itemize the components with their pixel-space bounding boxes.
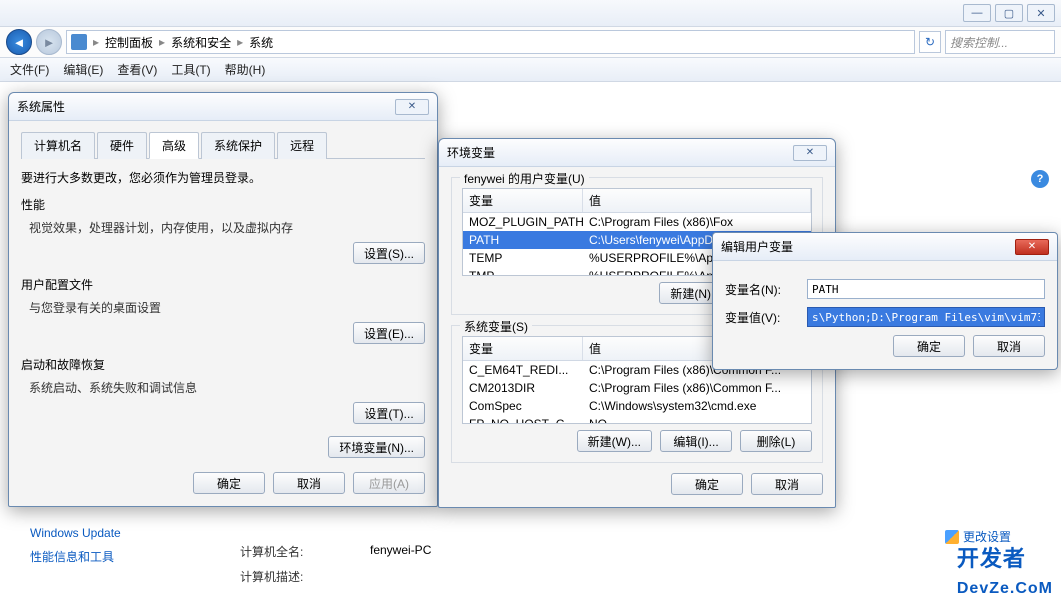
window-titlebar: — ▢ ✕ [0, 0, 1061, 26]
edit-sys-var-button[interactable]: 编辑(I)... [660, 430, 732, 452]
ok-button[interactable]: 确定 [893, 335, 965, 357]
control-panel-icon [71, 34, 87, 50]
tab-strip: 计算机名 硬件 高级 系统保护 远程 [21, 131, 425, 159]
settings-performance-button[interactable]: 设置(S)... [353, 242, 425, 264]
dialog-title: 编辑用户变量 [721, 238, 793, 255]
var-value-label: 变量值(V): [725, 309, 807, 326]
tab-computer-name[interactable]: 计算机名 [21, 132, 95, 159]
list-row[interactable]: FP_NO_HOST_CNO [463, 415, 811, 424]
col-header-var: 变量 [463, 337, 583, 360]
list-row[interactable]: ComSpecC:\Windows\system32\cmd.exe [463, 397, 811, 415]
settings-startup-button[interactable]: 设置(T)... [353, 402, 425, 424]
col-header-val: 值 [583, 189, 811, 212]
close-icon[interactable]: ✕ [395, 99, 429, 115]
delete-sys-var-button[interactable]: 删除(L) [740, 430, 812, 452]
var-value-input[interactable] [807, 307, 1045, 327]
ok-button[interactable]: 确定 [193, 472, 265, 494]
forward-button[interactable]: ► [36, 29, 62, 55]
dialog-title: 系统属性 [17, 98, 65, 115]
edit-user-variable-dialog: 编辑用户变量 ✕ 变量名(N): 变量值(V): 确定 取消 [712, 232, 1058, 370]
section-profiles-desc: 与您登录有关的桌面设置 [21, 297, 425, 322]
tab-remote[interactable]: 远程 [277, 132, 327, 159]
var-name-input[interactable] [807, 279, 1045, 299]
menu-tools[interactable]: 工具(T) [171, 61, 210, 78]
crumb-item[interactable]: 控制面板 [105, 34, 153, 51]
dialog-title: 环境变量 [447, 144, 495, 161]
tab-advanced[interactable]: 高级 [149, 132, 199, 159]
menu-file[interactable]: 文件(F) [10, 61, 49, 78]
section-startup-head: 启动和故障恢复 [21, 356, 425, 373]
back-button[interactable]: ◄ [6, 29, 32, 55]
ok-button[interactable]: 确定 [671, 473, 743, 495]
help-icon[interactable]: ? [1031, 170, 1049, 188]
refresh-button[interactable]: ↻ [919, 31, 941, 53]
cancel-button[interactable]: 取消 [973, 335, 1045, 357]
label-desc: 计算机描述: [240, 568, 330, 585]
section-profiles-head: 用户配置文件 [21, 276, 425, 293]
tab-hardware[interactable]: 硬件 [97, 132, 147, 159]
apply-button[interactable]: 应用(A) [353, 472, 425, 494]
env-vars-button[interactable]: 环境变量(N)... [328, 436, 425, 458]
computer-info: 计算机全名: fenywei-PC 计算机描述: [240, 543, 431, 585]
watermark: 开发者DevZe.CoM [957, 541, 1053, 599]
system-properties-dialog: 系统属性 ✕ 计算机名 硬件 高级 系统保护 远程 要进行大多数更改，您必须作为… [8, 92, 438, 507]
close-icon[interactable]: ✕ [793, 145, 827, 161]
crumb-item[interactable]: 系统和安全 [171, 34, 231, 51]
tab-protection[interactable]: 系统保护 [201, 132, 275, 159]
label-fullname: 计算机全名: [240, 543, 330, 560]
breadcrumb[interactable]: ▸ 控制面板 ▸ 系统和安全 ▸ 系统 [66, 30, 915, 54]
cancel-button[interactable]: 取消 [751, 473, 823, 495]
list-row[interactable]: MOZ_PLUGIN_PATHC:\Program Files (x86)\Fo… [463, 213, 811, 231]
section-startup-desc: 系统启动、系统失败和调试信息 [21, 377, 425, 402]
crumb-item[interactable]: 系统 [249, 34, 273, 51]
var-name-label: 变量名(N): [725, 281, 807, 298]
section-performance-desc: 视觉效果，处理器计划，内存使用，以及虚拟内存 [21, 217, 425, 242]
menu-edit[interactable]: 编辑(E) [63, 61, 103, 78]
new-sys-var-button[interactable]: 新建(W)... [577, 430, 652, 452]
maximize-button[interactable]: ▢ [995, 4, 1023, 22]
search-input[interactable]: 搜索控制... [945, 30, 1055, 54]
list-row[interactable]: CM2013DIRC:\Program Files (x86)\Common F… [463, 379, 811, 397]
system-vars-group-title: 系统变量(S) [460, 318, 532, 335]
menu-view[interactable]: 查看(V) [117, 61, 157, 78]
address-bar: ◄ ► ▸ 控制面板 ▸ 系统和安全 ▸ 系统 ↻ 搜索控制... [0, 26, 1061, 58]
menu-bar: 文件(F) 编辑(E) 查看(V) 工具(T) 帮助(H) [0, 58, 1061, 82]
user-vars-group-title: fenywei 的用户变量(U) [460, 170, 589, 187]
admin-notice: 要进行大多数更改，您必须作为管理员登录。 [21, 169, 425, 186]
link-windows-update[interactable]: Windows Update [30, 526, 121, 540]
close-icon[interactable]: ✕ [1015, 239, 1049, 255]
side-links: Windows Update 性能信息和工具 [30, 526, 121, 565]
settings-profiles-button[interactable]: 设置(E)... [353, 322, 425, 344]
col-header-var: 变量 [463, 189, 583, 212]
minimize-button[interactable]: — [963, 4, 991, 22]
close-button[interactable]: ✕ [1027, 4, 1055, 22]
link-perf-info[interactable]: 性能信息和工具 [30, 548, 121, 565]
menu-help[interactable]: 帮助(H) [225, 61, 266, 78]
cancel-button[interactable]: 取消 [273, 472, 345, 494]
value-fullname: fenywei-PC [370, 543, 431, 560]
section-performance-head: 性能 [21, 196, 425, 213]
